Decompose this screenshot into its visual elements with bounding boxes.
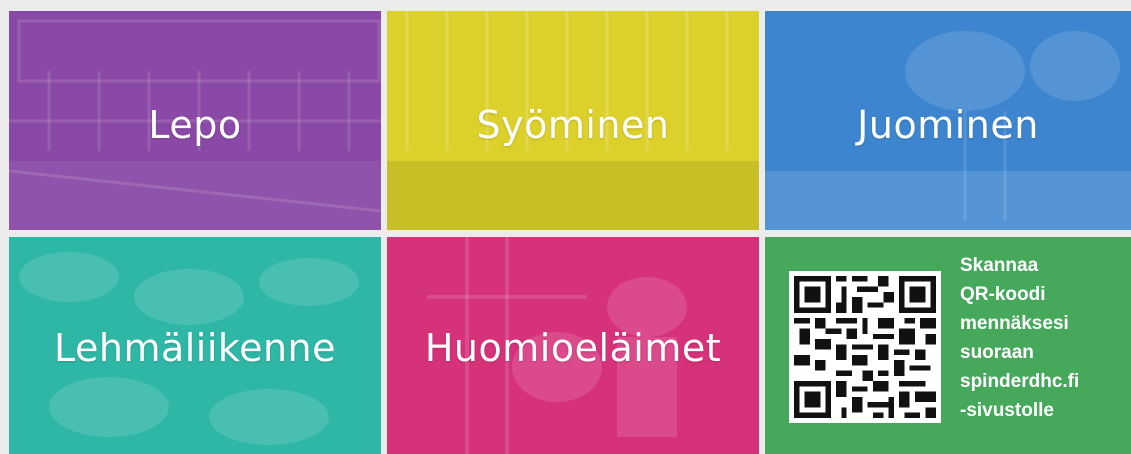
tile-lepo[interactable]: Lepo [9, 11, 381, 230]
qr-text-line: Skannaa [960, 255, 1039, 276]
tile-syominen-label: Syöminen [476, 102, 670, 147]
tile-juominen-label: Juominen [857, 102, 1039, 147]
tile-syominen[interactable]: Syöminen [387, 11, 759, 230]
qr-text-line: suoraan [960, 342, 1034, 363]
tile-huomioelaimet-label: Huomioeläimet [424, 325, 722, 370]
tile-lepo-label: Lepo [148, 102, 242, 147]
qr-code-image[interactable] [789, 271, 941, 423]
qr-text-line: mennäksesi [960, 313, 1069, 334]
category-grid: Lepo Syöminen Juominen Lehmäliikenne Huo… [0, 0, 1131, 454]
tile-lehmaliikenne[interactable]: Lehmäliikenne [9, 237, 381, 454]
tile-lehmaliikenne-label: Lehmäliikenne [53, 325, 337, 370]
qr-text-line: QR-koodi [960, 284, 1046, 305]
qr-text-line: -sivustolle [960, 400, 1054, 421]
tile-huomioelaimet[interactable]: Huomioeläimet [387, 237, 759, 454]
qr-instructions: Skannaa QR-koodi mennäksesi suoraan spin… [960, 251, 1125, 425]
qr-text-line: spinderdhc.fi [960, 371, 1080, 392]
qr-card: Skannaa QR-koodi mennäksesi suoraan spin… [765, 237, 1131, 454]
tile-juominen[interactable]: Juominen [765, 11, 1131, 230]
